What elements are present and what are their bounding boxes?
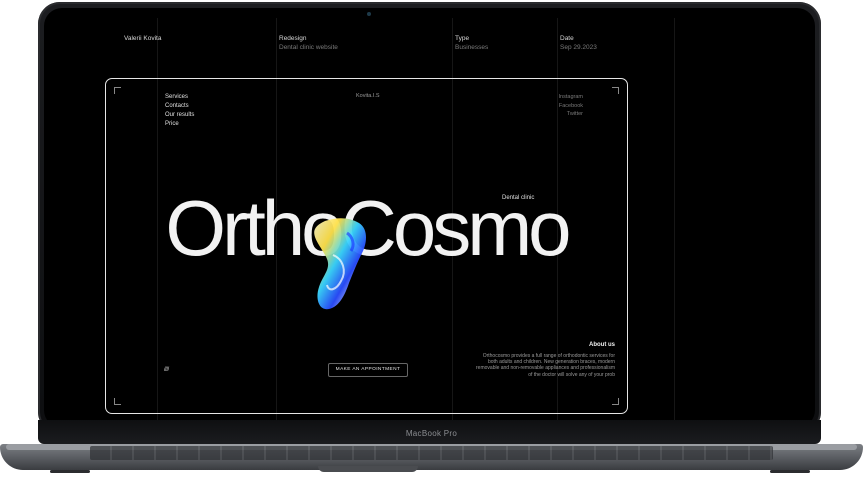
project-value: Dental clinic website bbox=[279, 44, 338, 51]
brand-logo-text[interactable]: Kovita.I.S bbox=[356, 93, 380, 99]
author-block: Valerii Kovita bbox=[124, 34, 161, 43]
laptop-foot bbox=[770, 470, 810, 473]
website-screen: Valerii Kovita Redesign Dental clinic we… bbox=[54, 18, 805, 422]
corner-mark bbox=[612, 398, 619, 405]
type-block: Type Businesses bbox=[455, 34, 488, 52]
author-name: Valerii Kovita bbox=[124, 35, 162, 42]
social-link-twitter[interactable]: Twitter bbox=[559, 110, 583, 119]
date-block: Date Sep 29.2023 bbox=[560, 34, 597, 52]
project-block: Redesign Dental clinic website bbox=[279, 34, 338, 52]
about-text: Orthocosmo provides a full range of orth… bbox=[476, 353, 615, 378]
type-value: Businesses bbox=[455, 44, 489, 51]
device-label: MacBook Pro bbox=[405, 429, 458, 438]
site-nav: Services Contacts Our results Price bbox=[165, 93, 194, 129]
grid-line bbox=[674, 18, 675, 422]
nav-item-price[interactable]: Price bbox=[165, 120, 194, 129]
social-links: Instagram Facebook Twitter bbox=[559, 93, 583, 119]
date-value: Sep 29.2023 bbox=[560, 44, 597, 51]
nav-item-services[interactable]: Services bbox=[165, 93, 194, 102]
corner-mark bbox=[114, 87, 121, 94]
social-link-facebook[interactable]: Facebook bbox=[559, 102, 583, 111]
nav-item-contacts[interactable]: Contacts bbox=[165, 102, 194, 111]
keyboard-edge bbox=[90, 446, 773, 460]
social-link-instagram[interactable]: Instagram bbox=[559, 93, 583, 102]
type-label: Type bbox=[455, 35, 470, 42]
about-heading: About us bbox=[589, 342, 615, 348]
laptop-foot bbox=[50, 470, 90, 473]
site-frame: Services Contacts Our results Price Kovi… bbox=[105, 78, 628, 414]
corner-mark bbox=[612, 87, 619, 94]
project-label: Redesign bbox=[279, 35, 307, 42]
decorative-slashes: //// bbox=[164, 367, 169, 373]
holographic-tooth-icon bbox=[314, 218, 366, 310]
corner-mark bbox=[114, 398, 121, 405]
lid-notch bbox=[318, 466, 418, 472]
hero-tagline: Dental clinic bbox=[502, 195, 535, 201]
webcam-icon bbox=[367, 12, 371, 16]
nav-item-our-results[interactable]: Our results bbox=[165, 111, 194, 120]
date-label: Date bbox=[560, 35, 574, 42]
make-appointment-button[interactable]: MAKE AN APPOINTMENT bbox=[328, 363, 408, 377]
